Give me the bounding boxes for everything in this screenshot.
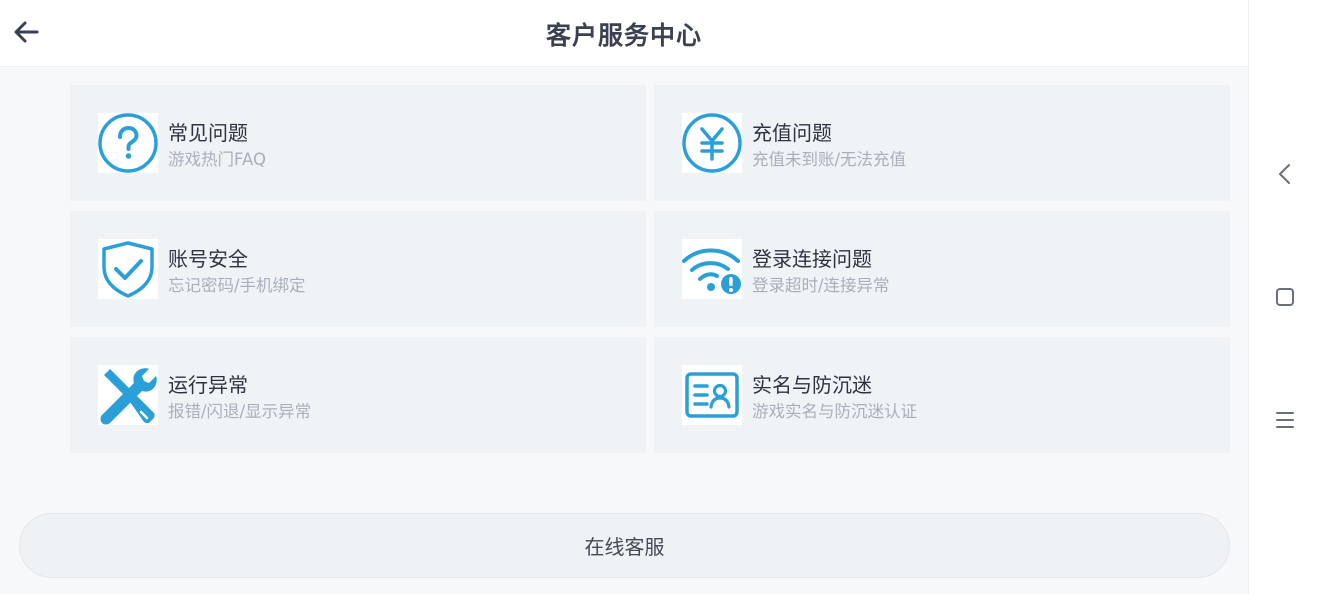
card-title: 实名与防沉迷: [752, 373, 872, 397]
header-bar: 客户服务中心: [0, 0, 1248, 67]
card-title: 常见问题: [168, 121, 248, 145]
nav-menu-button[interactable]: [1265, 400, 1305, 440]
card-title: 充值问题: [752, 121, 832, 145]
menu-lines-icon: [1276, 412, 1294, 428]
card-subtitle: 游戏实名与防沉迷认证: [752, 402, 917, 421]
card-real-name[interactable]: 实名与防沉迷 游戏实名与防沉迷认证: [654, 337, 1230, 453]
shield-check-icon: [98, 239, 158, 299]
card-subtitle: 充值未到账/无法充值: [752, 150, 907, 169]
yen-circle-icon: [682, 113, 742, 173]
nav-back-button[interactable]: [1265, 154, 1305, 194]
card-title: 登录连接问题: [752, 247, 872, 271]
card-subtitle: 忘记密码/手机绑定: [168, 276, 306, 295]
card-subtitle: 报错/闪退/显示异常: [168, 402, 312, 421]
card-subtitle: 游戏热门FAQ: [168, 150, 266, 169]
card-login-connection[interactable]: 登录连接问题 登录超时/连接异常: [654, 211, 1230, 327]
card-subtitle: 登录超时/连接异常: [752, 276, 890, 295]
card-account-security[interactable]: 账号安全 忘记密码/手机绑定: [70, 211, 646, 327]
customer-service-screen: 客户服务中心 常见问题 游戏热门FAQ 充值问题 充值未到账/无法充值 账号安全…: [0, 0, 1248, 594]
back-triangle-icon: [1279, 164, 1290, 184]
card-faq[interactable]: 常见问题 游戏热门FAQ: [70, 85, 646, 201]
home-square-icon: [1276, 288, 1294, 306]
online-service-button[interactable]: 在线客服: [19, 513, 1230, 578]
id-card-icon: [682, 365, 742, 425]
page-title: 客户服务中心: [545, 21, 702, 50]
wifi-alert-icon: [682, 239, 742, 299]
nav-home-button[interactable]: [1265, 277, 1305, 317]
tools-icon: [98, 365, 158, 425]
card-title: 运行异常: [168, 373, 248, 397]
card-runtime-errors[interactable]: 运行异常 报错/闪退/显示异常: [70, 337, 646, 453]
card-title: 账号安全: [168, 247, 248, 271]
card-recharge[interactable]: 充值问题 充值未到账/无法充值: [654, 85, 1230, 201]
question-circle-icon: [98, 113, 158, 173]
system-nav-bar: [1248, 0, 1320, 594]
